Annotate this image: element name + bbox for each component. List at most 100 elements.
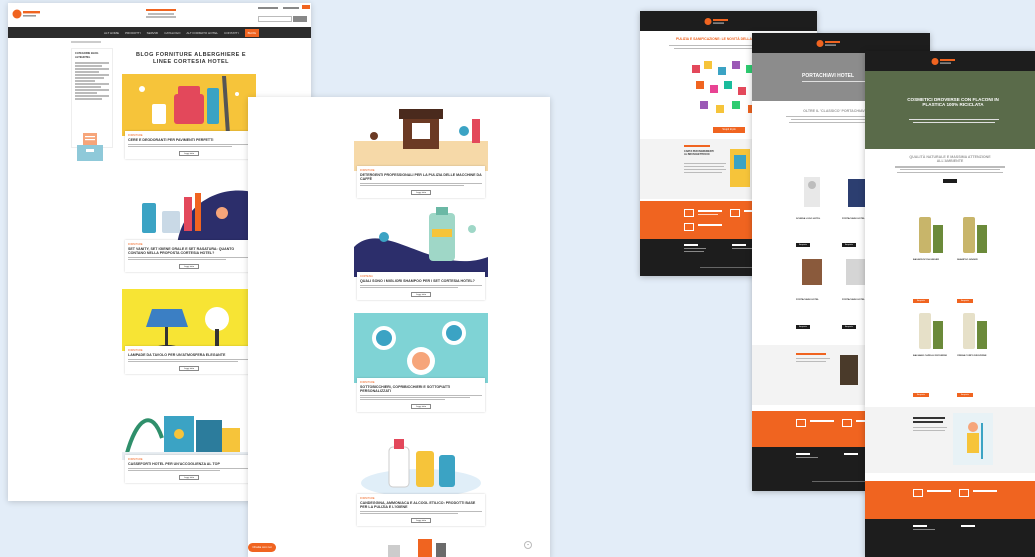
read-more-button[interactable]: Leggi tutto	[411, 190, 431, 196]
blog-card: FORNITURE CASSEFORTI HOTEL PER UN'ACCOGL…	[122, 398, 256, 484]
email-header	[640, 11, 817, 31]
product-name[interactable]: BAGNODOCCIA GINGER	[913, 259, 951, 261]
blog-card: CORTESIA QUALI SONO I MIGLIORI SHAMPOO P…	[354, 207, 488, 301]
card-category[interactable]: FORNITURE	[128, 134, 250, 137]
buy-button[interactable]: Acquista	[796, 325, 810, 329]
nav-item[interactable]: ALT FORMATO HOTEL	[186, 31, 218, 35]
header-phone[interactable]	[258, 7, 278, 9]
product-images-row-2	[919, 313, 987, 349]
read-more-button[interactable]: Leggi tutto	[179, 264, 199, 270]
card-title[interactable]: CASSEFORTI HOTEL PER UN'ACCOGLIENZA AL T…	[128, 462, 250, 466]
card-category[interactable]: FORNITURE	[360, 497, 482, 500]
blog-card-body: FORNITURE LAMPADE DA TAVOLO PER UN'ATMOS…	[125, 346, 253, 375]
card-category[interactable]: CORTESIA	[360, 275, 482, 278]
read-more-button[interactable]: Leggi tutto	[179, 475, 199, 481]
card-title[interactable]: LAMPADE DA TAVOLO PER UN'ATMOSFERA ELEGA…	[128, 353, 250, 357]
buy-button[interactable]: Acquista	[842, 325, 856, 329]
blog-page-continued-mockup: FORNITURE DETERGENTI PROFESSIONALI PER L…	[248, 97, 550, 557]
page-title: BLOG FORNITURE ALBERGHIERE E LINEE CORTE…	[135, 52, 247, 65]
card-category[interactable]: FORNITURE	[128, 458, 250, 461]
read-more-button[interactable]: Leggi tutto	[179, 151, 199, 157]
next-card-image	[388, 539, 446, 557]
hero-title: COSMETICI DROVERSE CON FLACONI IN PLASTI…	[907, 97, 999, 108]
nav-item[interactable]: CATALOGO	[164, 31, 180, 35]
blog-card-body: FORNITURE CERE E DEODORANTI PER PAVIMENT…	[125, 131, 253, 160]
card-title[interactable]: QUALI SONO I MIGLIORI SHAMPOO PER I SET …	[360, 279, 482, 283]
search-button[interactable]	[293, 16, 307, 22]
product-name[interactable]: CREMA CORPO DROVERSE	[957, 355, 995, 357]
email-logo	[704, 18, 728, 25]
email-cta-button[interactable]: Scopri di più	[713, 127, 745, 133]
cleaning-supplies-image	[122, 74, 256, 136]
card-category[interactable]: FORNITURE	[360, 169, 482, 172]
nav-item[interactable]: PRODOTTI	[125, 31, 141, 35]
card-category[interactable]: FORNITURE	[128, 243, 250, 246]
read-more-button[interactable]: Leggi tutto	[411, 518, 431, 524]
read-more-button[interactable]: Leggi tutto	[179, 366, 199, 372]
card-title[interactable]: SET VANITY, SET IGIENE ORALE E SET RASAT…	[128, 247, 250, 255]
product-name[interactable]: SHAMPOO GINGER	[957, 259, 995, 261]
table-lamps-image	[122, 289, 256, 351]
card-title[interactable]: CERE E DEODORANTI PER PAVIMENTI PERFETTI	[128, 138, 250, 142]
header-tagline	[146, 9, 176, 11]
product-image	[840, 355, 858, 385]
back-to-top-icon[interactable]: ⌃	[524, 541, 532, 549]
chat-button[interactable]: Chatta con noi	[248, 543, 276, 552]
product-name[interactable]: PORTACHIAVI HOTEL	[796, 299, 834, 301]
card-category[interactable]: FORNITURE	[128, 349, 250, 352]
main-nav: ALT HOME PRODOTTI SERVIZI CATALOGO ALT F…	[8, 27, 311, 38]
read-more-button[interactable]: Leggi tutto	[411, 404, 431, 410]
breadcrumb	[71, 41, 101, 43]
card-title[interactable]: DETERGENTI PROFESSIONALI PER LA PULIZIA …	[360, 173, 482, 181]
blog-card: FORNITURE SET VANITY, SET IGIENE ORALE E…	[122, 183, 256, 273]
product-name[interactable]: SCHEDA LOGO HOTEL	[796, 218, 834, 220]
blog-card-body: FORNITURE SOTTOBICCHIERI, COPRIBICCHIERI…	[357, 378, 485, 413]
email-header	[752, 33, 930, 53]
email-feature-section	[865, 407, 1035, 473]
coffee-machine-image	[354, 101, 488, 171]
nav-item[interactable]: CONTATTI	[224, 31, 239, 35]
nav-item-active[interactable]: BLOG	[244, 28, 259, 37]
email-logo	[931, 58, 955, 65]
coasters-image	[354, 313, 488, 383]
buy-button[interactable]: Acquista	[913, 393, 929, 397]
product-images-row-1	[919, 217, 987, 253]
product-image	[730, 149, 750, 187]
cart-icon[interactable]	[302, 5, 310, 9]
blog-card: FORNITURE LAMPADE DA TAVOLO PER UN'ATMOS…	[122, 289, 256, 375]
blog-card-body: FORNITURE DETERGENTI PROFESSIONALI PER L…	[357, 166, 485, 199]
feature-heading: CARTA PER INGREDIENTI AL BRUSCHETTIFICIO	[684, 150, 714, 156]
hotel-safes-image	[122, 398, 256, 460]
email-orange-band	[865, 481, 1035, 519]
buy-button[interactable]: Acquista	[913, 299, 929, 303]
email-footer	[865, 519, 1035, 557]
buy-button[interactable]: Acquista	[957, 299, 973, 303]
read-more-button[interactable]: Leggi tutto	[411, 292, 431, 298]
sidebar-illustration	[77, 133, 103, 161]
buy-button[interactable]: Acquista	[796, 243, 810, 247]
site-logo[interactable]	[12, 8, 42, 20]
site-header	[8, 3, 311, 27]
email-header	[865, 51, 1035, 71]
product-name[interactable]: BALSAMO CAPELLI DROVERSE	[913, 355, 951, 357]
vanity-set-image	[122, 183, 256, 245]
search-input[interactable]	[258, 16, 292, 22]
card-title[interactable]: SOTTOBICCHIERI, COPRIBICCHIERI E SOTTOPI…	[360, 385, 482, 393]
blog-card: FORNITURE DETERGENTI PROFESSIONALI PER L…	[354, 101, 488, 199]
cleaning-staff-image	[953, 413, 993, 465]
buy-button[interactable]: Acquista	[842, 243, 856, 247]
blog-card-body: FORNITURE SET VANITY, SET IGIENE ORALE E…	[125, 240, 253, 273]
blog-card-body: CORTESIA QUALI SONO I MIGLIORI SHAMPOO P…	[357, 272, 485, 301]
email-hero: COSMETICI DROVERSE CON FLACONI IN PLASTI…	[865, 71, 1035, 149]
nav-item[interactable]: ALT HOME	[104, 31, 119, 35]
shampoo-image	[354, 207, 488, 277]
blog-card: FORNITURE CANDEGGINA, AMMONIACA E ALCOOL…	[354, 433, 488, 527]
hero-title: PORTACHIAVI HOTEL	[802, 73, 855, 79]
cleaning-bottles-image	[354, 433, 488, 499]
sidebar-heading: CATEGORIE BLOG ALTEHOTEL	[75, 52, 99, 59]
buy-button[interactable]: Acquista	[957, 393, 973, 397]
blog-card-body: FORNITURE CASSEFORTI HOTEL PER UN'ACCOGL…	[125, 455, 253, 484]
card-title[interactable]: CANDEGGINA, AMMONIACA E ALCOOL ETILICO: …	[360, 501, 482, 509]
nav-item[interactable]: SERVIZI	[147, 31, 159, 35]
card-category[interactable]: FORNITURE	[360, 381, 482, 384]
